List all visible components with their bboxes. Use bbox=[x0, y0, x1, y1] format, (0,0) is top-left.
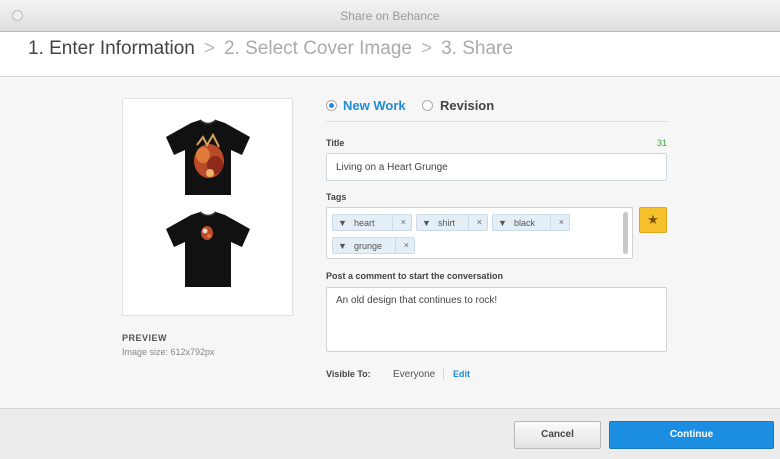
image-size-text: Image size: 612x792px bbox=[122, 347, 215, 357]
tag-chip: ▼ grunge × bbox=[332, 237, 415, 254]
tag-label: grunge bbox=[354, 241, 383, 251]
tag-divider bbox=[468, 215, 469, 230]
comment-textarea[interactable]: An old design that continues to rock! bbox=[326, 287, 667, 352]
tag-remove-icon[interactable]: × bbox=[401, 217, 406, 227]
visible-to-value: Everyone bbox=[393, 369, 436, 380]
revision-label[interactable]: Revision bbox=[440, 98, 494, 113]
continue-button[interactable]: Continue bbox=[609, 421, 774, 449]
new-work-label[interactable]: New Work bbox=[343, 98, 406, 113]
tag-remove-icon[interactable]: × bbox=[404, 240, 409, 250]
title-char-count: 31 bbox=[656, 138, 667, 148]
tag-label: shirt bbox=[438, 218, 456, 228]
tag-icon: ▼ bbox=[422, 218, 431, 228]
tag-chip: ▼ black × bbox=[492, 214, 570, 231]
tag-remove-icon[interactable]: × bbox=[559, 217, 564, 227]
new-work-radio[interactable] bbox=[326, 100, 337, 111]
tag-divider bbox=[395, 238, 396, 253]
step-share: 3. Share bbox=[441, 38, 513, 59]
cancel-button[interactable]: Cancel bbox=[514, 421, 601, 449]
tags-scrollbar[interactable] bbox=[623, 212, 628, 254]
tag-divider bbox=[550, 215, 551, 230]
window-title: Share on Behance bbox=[340, 9, 440, 23]
radio-divider bbox=[326, 121, 668, 122]
step-separator: > bbox=[420, 38, 433, 59]
step-select-cover-image: 2. Select Cover Image bbox=[223, 38, 412, 59]
preview-image bbox=[122, 98, 293, 316]
comment-label: Post a comment to start the conversation bbox=[326, 271, 504, 281]
tag-chip: ▼ shirt × bbox=[416, 214, 488, 231]
step-separator: > bbox=[203, 38, 215, 59]
title-input[interactable]: Living on a Heart Grunge bbox=[326, 153, 667, 181]
step-breadcrumb: 1. Enter Information >2. Select Cover Ima… bbox=[28, 38, 513, 60]
tag-remove-icon[interactable]: × bbox=[477, 217, 482, 227]
star-icon: ★ bbox=[647, 212, 659, 227]
edit-visibility-link[interactable]: Edit bbox=[453, 369, 470, 379]
window-titlebar: Share on Behance bbox=[0, 0, 780, 32]
tags-input[interactable]: ▼ heart × ▼ shirt × ▼ black × ▼ grunge × bbox=[326, 207, 633, 259]
preview-label: PREVIEW bbox=[122, 333, 168, 343]
tshirt-front-icon bbox=[166, 211, 250, 287]
tag-icon: ▼ bbox=[338, 218, 347, 228]
tag-divider bbox=[392, 215, 393, 230]
star-button[interactable]: ★ bbox=[639, 207, 667, 233]
tshirt-back-icon bbox=[166, 119, 250, 195]
revision-radio[interactable] bbox=[422, 100, 433, 111]
title-label: Title bbox=[326, 138, 345, 148]
visibility-divider bbox=[443, 368, 444, 380]
tags-label: Tags bbox=[326, 192, 347, 202]
visible-to-label: Visible To: bbox=[326, 369, 371, 379]
tag-label: heart bbox=[354, 218, 375, 228]
tag-chip: ▼ heart × bbox=[332, 214, 412, 231]
step-enter-information: 1. Enter Information bbox=[28, 38, 195, 59]
tag-icon: ▼ bbox=[498, 218, 507, 228]
tag-icon: ▼ bbox=[338, 241, 347, 251]
tag-label: black bbox=[514, 218, 536, 228]
